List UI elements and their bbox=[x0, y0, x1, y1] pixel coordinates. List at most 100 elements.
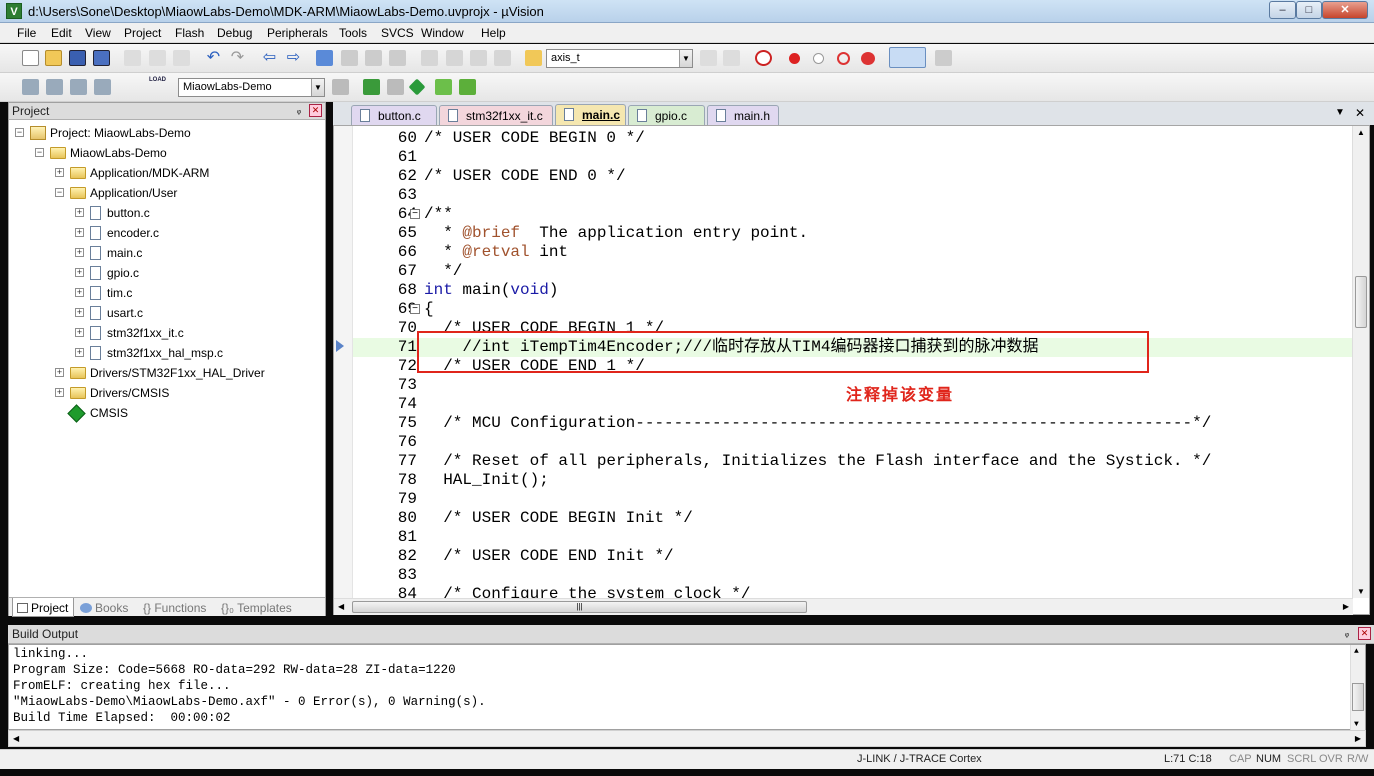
editor-horizontal-scrollbar[interactable]: ◀ ||| ▶ bbox=[334, 598, 1353, 615]
expand-icon[interactable]: + bbox=[75, 228, 84, 237]
clear-bookmarks-icon[interactable] bbox=[389, 50, 406, 66]
menu-flash[interactable]: Flash bbox=[175, 26, 204, 40]
tree-item-application-user[interactable]: − Application/User bbox=[9, 183, 325, 203]
minimize-button[interactable]: – bbox=[1269, 1, 1296, 19]
scroll-right-icon[interactable]: ▶ bbox=[1343, 602, 1349, 611]
file-extensions-icon[interactable] bbox=[387, 79, 404, 95]
scroll-up-icon[interactable]: ▲ bbox=[1357, 128, 1365, 137]
tree-item-miaowlabs-demo[interactable]: − MiaowLabs-Demo bbox=[9, 143, 325, 163]
editor-vertical-scrollbar[interactable]: ▲ ▼ bbox=[1352, 126, 1369, 598]
code-line[interactable]: 83 bbox=[353, 566, 1353, 585]
menu-help[interactable]: Help bbox=[481, 26, 506, 40]
code-line[interactable]: 64−/** bbox=[353, 205, 1353, 224]
code-line[interactable]: 76 bbox=[353, 433, 1353, 452]
scroll-left-icon[interactable]: ◀ bbox=[338, 602, 344, 611]
tree-item-drivers-stm32f1xx-hal-driver[interactable]: + Drivers/STM32F1xx_HAL_Driver bbox=[9, 363, 325, 383]
chevron-down-icon[interactable]: ▼ bbox=[311, 79, 324, 96]
tab-books[interactable]: Books bbox=[76, 598, 136, 617]
tree-item-project-miaowlabs-demo[interactable]: − Project: MiaowLabs-Demo bbox=[9, 123, 325, 143]
code-line[interactable]: 62 /* USER CODE END 0 */ bbox=[353, 167, 1353, 186]
pin-icon[interactable]: ᵩ bbox=[1341, 627, 1353, 640]
tree-item-cmsis[interactable]: CMSIS bbox=[9, 403, 325, 423]
tree-item-encoder-c[interactable]: + encoder.c bbox=[9, 223, 325, 243]
collapse-icon[interactable]: − bbox=[15, 128, 24, 137]
new-file-icon[interactable] bbox=[22, 50, 39, 66]
unindent-icon[interactable] bbox=[446, 50, 463, 66]
scroll-up-icon[interactable]: ▲ bbox=[1354, 647, 1359, 656]
tab-project[interactable]: Project bbox=[12, 598, 74, 617]
configure-icon[interactable] bbox=[935, 50, 952, 66]
tab-templates[interactable]: {}₀ Templates bbox=[217, 598, 303, 617]
tab-list-dropdown-icon[interactable]: ▼ bbox=[1335, 107, 1345, 118]
editor-horizontal-scroll-thumb[interactable]: ||| bbox=[352, 601, 807, 613]
insert-breakpoint-icon[interactable] bbox=[789, 53, 800, 64]
tab-gpio-c[interactable]: gpio.c bbox=[628, 105, 705, 125]
chevron-down-icon[interactable]: ▼ bbox=[679, 50, 692, 67]
code-line[interactable]: 80 /* USER CODE BEGIN Init */ bbox=[353, 509, 1353, 528]
disable-breakpoints-icon[interactable] bbox=[837, 52, 850, 65]
pack-installer-icon[interactable] bbox=[459, 79, 476, 95]
expand-icon[interactable]: + bbox=[75, 288, 84, 297]
expand-icon[interactable]: + bbox=[55, 368, 64, 377]
scroll-down-icon[interactable]: ▼ bbox=[1357, 587, 1365, 596]
code-line[interactable]: 82 /* USER CODE END Init */ bbox=[353, 547, 1353, 566]
maximize-button[interactable]: □ bbox=[1296, 1, 1322, 19]
tree-item-stm32f1xx-hal-msp-c[interactable]: + stm32f1xx_hal_msp.c bbox=[9, 343, 325, 363]
rebuild-icon[interactable] bbox=[70, 79, 87, 95]
kill-breakpoints-icon[interactable] bbox=[861, 52, 875, 65]
code-line[interactable]: 77 /* Reset of all peripherals, Initiali… bbox=[353, 452, 1353, 471]
indent-icon[interactable] bbox=[421, 50, 438, 66]
tree-item-usart-c[interactable]: + usart.c bbox=[9, 303, 325, 323]
code-line[interactable]: 78 HAL_Init(); bbox=[353, 471, 1353, 490]
scroll-down-icon[interactable]: ▼ bbox=[1354, 720, 1359, 729]
download-load-icon[interactable]: LOAD bbox=[149, 76, 166, 98]
manage-rte-icon[interactable] bbox=[408, 78, 426, 96]
tab-stm32f1xx-it-c[interactable]: stm32f1xx_it.c bbox=[439, 105, 553, 125]
collapse-icon[interactable]: − bbox=[55, 188, 64, 197]
copy-icon[interactable] bbox=[149, 50, 166, 66]
close-panel-icon[interactable]: ✕ bbox=[1358, 627, 1371, 640]
expand-icon[interactable]: + bbox=[75, 248, 84, 257]
code-line[interactable]: 68 int main(void) bbox=[353, 281, 1353, 300]
code-line[interactable]: 63 bbox=[353, 186, 1353, 205]
menu-peripherals[interactable]: Peripherals bbox=[267, 26, 328, 40]
pin-icon[interactable]: ᵩ bbox=[293, 104, 305, 117]
tab-button-c[interactable]: button.c bbox=[351, 105, 437, 125]
translate-icon[interactable] bbox=[22, 79, 39, 95]
start-debug-icon[interactable] bbox=[755, 50, 772, 66]
expand-icon[interactable]: + bbox=[75, 328, 84, 337]
comment-selection-icon[interactable] bbox=[470, 50, 487, 66]
incremental-find-icon[interactable] bbox=[723, 50, 740, 66]
close-panel-icon[interactable]: ✕ bbox=[309, 104, 322, 117]
expand-icon[interactable]: + bbox=[75, 348, 84, 357]
save-icon[interactable] bbox=[69, 50, 86, 66]
save-all-icon[interactable] bbox=[93, 50, 110, 66]
tree-item-drivers-cmsis[interactable]: + Drivers/CMSIS bbox=[9, 383, 325, 403]
close-window-button[interactable]: ✕ bbox=[1322, 1, 1368, 19]
close-tab-icon[interactable]: ✕ bbox=[1355, 106, 1365, 120]
tab-main-c[interactable]: main.c bbox=[555, 104, 626, 125]
menu-debug[interactable]: Debug bbox=[217, 26, 252, 40]
code-line[interactable]: 60 /* USER CODE BEGIN 0 */ bbox=[353, 129, 1353, 148]
prev-bookmark-icon[interactable] bbox=[341, 50, 358, 66]
target-combo[interactable]: MiaowLabs-Demo ▼ bbox=[178, 78, 325, 97]
expand-icon[interactable]: + bbox=[75, 268, 84, 277]
code-line[interactable]: 65 * @brief The application entry point. bbox=[353, 224, 1353, 243]
select-packs-icon[interactable] bbox=[435, 79, 452, 95]
tree-item-application-mdk-arm[interactable]: + Application/MDK-ARM bbox=[9, 163, 325, 183]
code-line[interactable]: 84 /* Configure the system clock */ bbox=[353, 585, 1353, 598]
build-icon[interactable] bbox=[46, 79, 63, 95]
menu-view[interactable]: View bbox=[85, 26, 111, 40]
expand-icon[interactable]: + bbox=[55, 168, 64, 177]
enable-breakpoint-icon[interactable] bbox=[813, 53, 824, 64]
uvision-app-icon[interactable]: V bbox=[6, 3, 22, 19]
batch-build-icon[interactable] bbox=[94, 79, 111, 95]
insert-bookmark-icon[interactable] bbox=[316, 50, 333, 66]
window-layout-icon[interactable] bbox=[889, 47, 926, 68]
next-bookmark-icon[interactable] bbox=[365, 50, 382, 66]
editor-vertical-scroll-thumb[interactable] bbox=[1355, 276, 1367, 328]
cut-icon[interactable] bbox=[124, 50, 141, 66]
expand-icon[interactable]: + bbox=[55, 388, 64, 397]
editor-gutter[interactable] bbox=[334, 126, 353, 598]
code-line[interactable]: 61 bbox=[353, 148, 1353, 167]
